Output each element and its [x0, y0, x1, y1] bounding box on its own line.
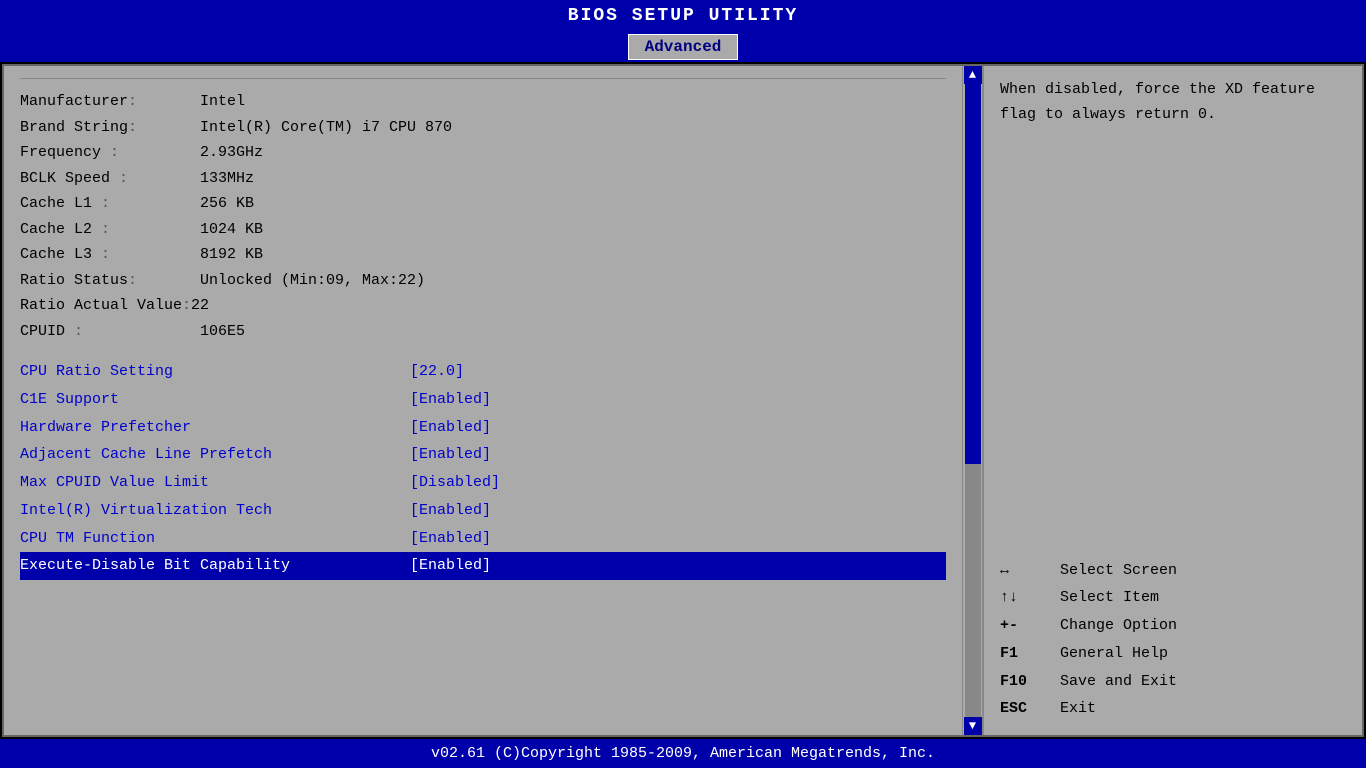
- menu-section: CPU Ratio Setting[22.0]C1E Support[Enabl…: [20, 358, 946, 580]
- menu-item-value: [Enabled]: [410, 441, 491, 469]
- menu-item[interactable]: Execute-Disable Bit Capability[Enabled]: [20, 552, 946, 580]
- menu-item-value: [Disabled]: [410, 469, 500, 497]
- scroll-down-button[interactable]: ▼: [964, 717, 982, 735]
- cpuid-label: CPUID :: [20, 319, 200, 345]
- brand-value: Intel(R) Core(TM) i7 CPU 870: [200, 115, 452, 141]
- nav-row: F10Save and Exit: [1000, 668, 1346, 696]
- nav-row: ↔Select Screen: [1000, 557, 1346, 585]
- menu-item[interactable]: CPU TM Function[Enabled]: [20, 525, 946, 553]
- cpu-info-section: Manufacturer: Intel Brand String: Intel(…: [20, 89, 946, 344]
- menu-item-label: CPU TM Function: [20, 525, 410, 553]
- scrollbar[interactable]: ▲ ▼: [962, 66, 982, 735]
- right-panel: When disabled, force the XD feature flag…: [982, 66, 1362, 735]
- nav-row: ESCExit: [1000, 695, 1346, 723]
- menu-item-value: [Enabled]: [410, 414, 491, 442]
- nav-key: ESC: [1000, 695, 1060, 723]
- bios-screen: BIOS SETUP UTILITY Advanced Manufacturer…: [0, 0, 1366, 768]
- menu-item-value: [Enabled]: [410, 497, 491, 525]
- scroll-track: [965, 84, 981, 717]
- menu-item-label: Hardware Prefetcher: [20, 414, 410, 442]
- cache-l3-value: 8192 KB: [200, 242, 263, 268]
- manufacturer-label: Manufacturer:: [20, 89, 200, 115]
- manufacturer-value: Intel: [200, 89, 245, 115]
- menu-item-label: Max CPUID Value Limit: [20, 469, 410, 497]
- info-manufacturer: Manufacturer: Intel: [20, 89, 946, 115]
- info-ratio-status: Ratio Status: Unlocked (Min:09, Max:22): [20, 268, 946, 294]
- cache-l1-label: Cache L1 :: [20, 191, 200, 217]
- left-panel: Manufacturer: Intel Brand String: Intel(…: [4, 66, 962, 735]
- menu-item-value: [Enabled]: [410, 552, 491, 580]
- tab-advanced[interactable]: Advanced: [628, 34, 739, 60]
- info-cpuid: CPUID : 106E5: [20, 319, 946, 345]
- footer-text: v02.61 (C)Copyright 1985-2009, American …: [431, 745, 935, 762]
- menu-item-label: C1E Support: [20, 386, 410, 414]
- info-frequency: Frequency : 2.93GHz: [20, 140, 946, 166]
- brand-label: Brand String:: [20, 115, 200, 141]
- cache-l1-value: 256 KB: [200, 191, 254, 217]
- divider: [20, 78, 946, 79]
- nav-action: Exit: [1060, 695, 1096, 723]
- menu-item-label: Intel(R) Virtualization Tech: [20, 497, 410, 525]
- menu-item[interactable]: C1E Support[Enabled]: [20, 386, 946, 414]
- info-bclk: BCLK Speed : 133MHz: [20, 166, 946, 192]
- ratio-status-value: Unlocked (Min:09, Max:22): [200, 268, 425, 294]
- info-cache-l3: Cache L3 : 8192 KB: [20, 242, 946, 268]
- menu-item-label: CPU Ratio Setting: [20, 358, 410, 386]
- nav-row: ↑↓Select Item: [1000, 584, 1346, 612]
- ratio-status-label: Ratio Status:: [20, 268, 200, 294]
- bios-title: BIOS SETUP UTILITY: [568, 6, 798, 26]
- menu-item[interactable]: Hardware Prefetcher[Enabled]: [20, 414, 946, 442]
- nav-action: Select Screen: [1060, 557, 1177, 585]
- nav-key: +-: [1000, 612, 1060, 640]
- nav-action: General Help: [1060, 640, 1168, 668]
- menu-item[interactable]: Intel(R) Virtualization Tech[Enabled]: [20, 497, 946, 525]
- tab-bar: Advanced: [0, 32, 1366, 62]
- ratio-actual-value: 22: [191, 293, 209, 319]
- menu-item-label: Adjacent Cache Line Prefetch: [20, 441, 410, 469]
- frequency-value: 2.93GHz: [200, 140, 263, 166]
- scroll-thumb: [965, 84, 981, 464]
- frequency-label: Frequency :: [20, 140, 200, 166]
- nav-key: F1: [1000, 640, 1060, 668]
- menu-item[interactable]: CPU Ratio Setting[22.0]: [20, 358, 946, 386]
- nav-row: +-Change Option: [1000, 612, 1346, 640]
- info-cache-l1: Cache L1 : 256 KB: [20, 191, 946, 217]
- main-content: Manufacturer: Intel Brand String: Intel(…: [2, 64, 1364, 737]
- nav-help: ↔Select Screen↑↓Select Item+-Change Opti…: [1000, 557, 1346, 724]
- cache-l3-label: Cache L3 :: [20, 242, 200, 268]
- menu-item[interactable]: Adjacent Cache Line Prefetch[Enabled]: [20, 441, 946, 469]
- nav-key: F10: [1000, 668, 1060, 696]
- nav-action: Save and Exit: [1060, 668, 1177, 696]
- info-cache-l2: Cache L2 : 1024 KB: [20, 217, 946, 243]
- nav-row: F1General Help: [1000, 640, 1346, 668]
- bclk-label: BCLK Speed :: [20, 166, 200, 192]
- menu-item-value: [Enabled]: [410, 525, 491, 553]
- title-bar: BIOS SETUP UTILITY: [0, 0, 1366, 32]
- menu-item-label: Execute-Disable Bit Capability: [20, 552, 410, 580]
- info-ratio-actual: Ratio Actual Value: 22: [20, 293, 946, 319]
- cpuid-value: 106E5: [200, 319, 245, 345]
- scroll-up-button[interactable]: ▲: [964, 66, 982, 84]
- info-brand: Brand String: Intel(R) Core(TM) i7 CPU 8…: [20, 115, 946, 141]
- nav-action: Change Option: [1060, 612, 1177, 640]
- cache-l2-label: Cache L2 :: [20, 217, 200, 243]
- help-text: When disabled, force the XD feature flag…: [1000, 78, 1346, 128]
- nav-key: ↑↓: [1000, 584, 1060, 612]
- bclk-value: 133MHz: [200, 166, 254, 192]
- nav-action: Select Item: [1060, 584, 1159, 612]
- menu-item-value: [22.0]: [410, 358, 464, 386]
- ratio-actual-label: Ratio Actual Value:: [20, 293, 191, 319]
- nav-key: ↔: [1000, 557, 1060, 585]
- cache-l2-value: 1024 KB: [200, 217, 263, 243]
- menu-item-value: [Enabled]: [410, 386, 491, 414]
- menu-item[interactable]: Max CPUID Value Limit[Disabled]: [20, 469, 946, 497]
- footer-bar: v02.61 (C)Copyright 1985-2009, American …: [0, 739, 1366, 768]
